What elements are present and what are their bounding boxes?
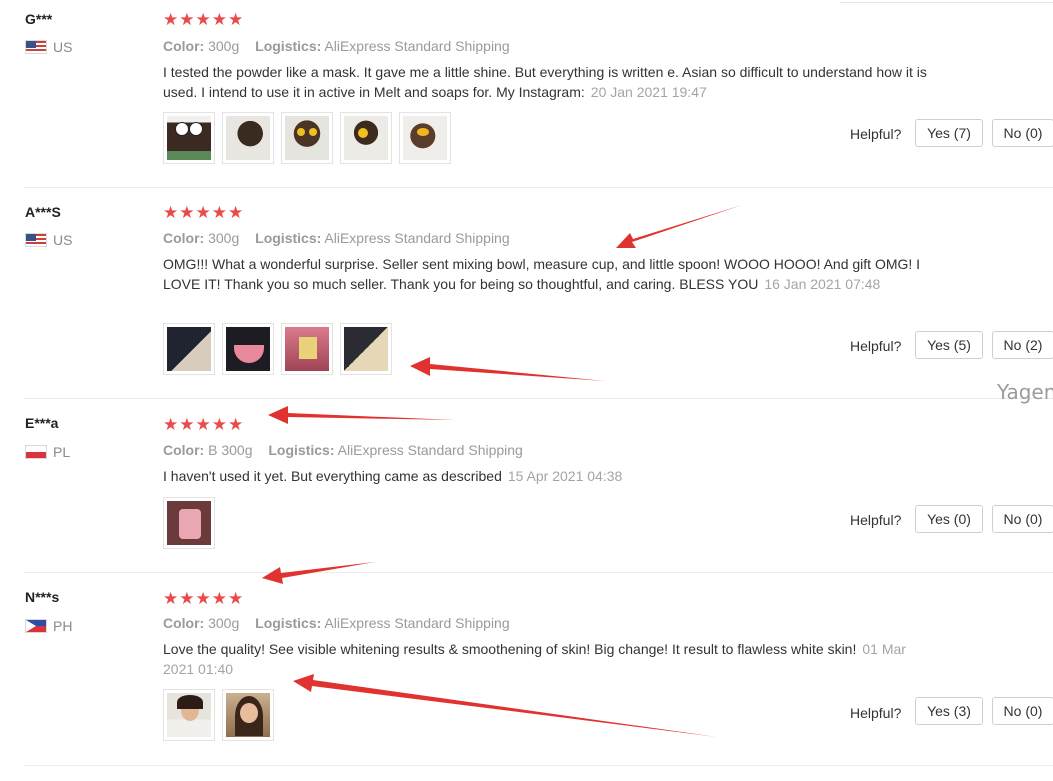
country-code: PL xyxy=(53,444,71,460)
review-photos xyxy=(163,689,274,741)
color-value: B 300g xyxy=(208,442,253,458)
country-code: PH xyxy=(53,618,73,634)
review-photos xyxy=(163,323,392,375)
color-label: Color: xyxy=(163,38,205,54)
us-flag-icon xyxy=(25,40,47,54)
review-divider xyxy=(24,572,1053,573)
helpful-label: Helpful? xyxy=(850,705,902,721)
annotation-arrow xyxy=(616,205,742,248)
star-rating: ★★★★★ xyxy=(163,415,245,434)
color-label: Color: xyxy=(163,615,205,631)
reviewer-country: US xyxy=(25,232,72,248)
helpful-yes-button[interactable]: Yes (7) xyxy=(915,119,983,147)
review-photo[interactable] xyxy=(340,112,392,164)
color-label: Color: xyxy=(163,442,205,458)
country-code: US xyxy=(53,39,73,55)
annotation-arrow xyxy=(268,406,455,424)
helpful-yes-button[interactable]: Yes (3) xyxy=(915,697,983,725)
review-divider xyxy=(24,765,1053,766)
star-rating: ★★★★★ xyxy=(163,589,245,608)
helpful-no-button[interactable]: No (2) xyxy=(992,331,1053,359)
helpful-label: Helpful? xyxy=(850,512,902,528)
review-meta: Color: 300g Logistics: AliExpress Standa… xyxy=(163,615,510,631)
helpful-label: Helpful? xyxy=(850,338,902,354)
review-text-block: Love the quality! See visible whitening … xyxy=(163,640,928,679)
reviewer-name: E***a xyxy=(25,415,59,431)
annotation-arrow xyxy=(262,562,375,584)
logistics-label: Logistics: xyxy=(255,38,322,54)
review-photo[interactable] xyxy=(340,323,392,375)
helpful-no-button[interactable]: No (0) xyxy=(992,119,1053,147)
reviewer-name: N***s xyxy=(25,589,60,605)
logistics-label: Logistics: xyxy=(255,615,322,631)
helpful-no-button[interactable]: No (0) xyxy=(992,697,1053,725)
review-text-block: I tested the powder like a mask. It gave… xyxy=(163,63,928,102)
review-divider xyxy=(24,398,1053,399)
color-value: 300g xyxy=(208,615,240,631)
star-rating: ★★★★★ xyxy=(163,10,245,29)
review-photo[interactable] xyxy=(222,689,274,741)
review-meta: Color: B 300g Logistics: AliExpress Stan… xyxy=(163,442,523,458)
review-meta: Color: 300g Logistics: AliExpress Standa… xyxy=(163,38,510,54)
reviewer-name: G*** xyxy=(25,11,53,27)
helpful-yes-button[interactable]: Yes (5) xyxy=(915,331,983,359)
review-text: I haven't used it yet. But everything ca… xyxy=(163,468,502,484)
review-text-block: I haven't used it yet. But everything ca… xyxy=(163,467,928,487)
country-code: US xyxy=(53,232,73,248)
review-photo[interactable] xyxy=(281,112,333,164)
review-photo[interactable] xyxy=(399,112,451,164)
annotation-arrow xyxy=(410,357,605,381)
reviewer-country: PH xyxy=(25,618,72,634)
review-text: Love the quality! See visible whitening … xyxy=(163,641,857,657)
review-text: I tested the powder like a mask. It gave… xyxy=(163,64,927,100)
review-photo[interactable] xyxy=(163,689,215,741)
review-photo[interactable] xyxy=(163,112,215,164)
review-photo[interactable] xyxy=(163,497,215,549)
reviewer-name: A***S xyxy=(25,204,61,220)
ph-flag-icon xyxy=(25,619,47,633)
review-divider xyxy=(24,187,1053,188)
review-text-block: OMG!!! What a wonderful surprise. Seller… xyxy=(163,255,928,294)
reviewer-country: US xyxy=(25,39,72,55)
review-photos xyxy=(163,112,451,164)
logistics-label: Logistics: xyxy=(268,442,335,458)
review-photo[interactable] xyxy=(163,323,215,375)
logistics-value: AliExpress Standard Shipping xyxy=(324,230,510,246)
annotation-arrow xyxy=(293,674,717,737)
watermark-text: Yagen xyxy=(997,380,1053,404)
logistics-value: AliExpress Standard Shipping xyxy=(324,38,510,54)
pl-flag-icon xyxy=(25,445,47,459)
color-value: 300g xyxy=(208,230,240,246)
review-photo[interactable] xyxy=(222,323,274,375)
helpful-no-button[interactable]: No (0) xyxy=(992,505,1053,533)
us-flag-icon xyxy=(25,233,47,247)
review-photo[interactable] xyxy=(281,323,333,375)
star-rating: ★★★★★ xyxy=(163,203,245,222)
review-date: 20 Jan 2021 19:47 xyxy=(590,83,707,100)
review-date: 16 Jan 2021 07:48 xyxy=(764,275,881,292)
color-label: Color: xyxy=(163,230,205,246)
color-value: 300g xyxy=(208,38,240,54)
reviewer-country: PL xyxy=(25,444,70,460)
review-photo[interactable] xyxy=(222,112,274,164)
top-search-box-edge xyxy=(840,0,1053,3)
logistics-value: AliExpress Standard Shipping xyxy=(324,615,510,631)
review-meta: Color: 300g Logistics: AliExpress Standa… xyxy=(163,230,510,246)
helpful-label: Helpful? xyxy=(850,126,902,142)
logistics-value: AliExpress Standard Shipping xyxy=(337,442,523,458)
review-photos xyxy=(163,497,215,549)
logistics-label: Logistics: xyxy=(255,230,322,246)
helpful-yes-button[interactable]: Yes (0) xyxy=(915,505,983,533)
review-date: 15 Apr 2021 04:38 xyxy=(507,468,623,484)
